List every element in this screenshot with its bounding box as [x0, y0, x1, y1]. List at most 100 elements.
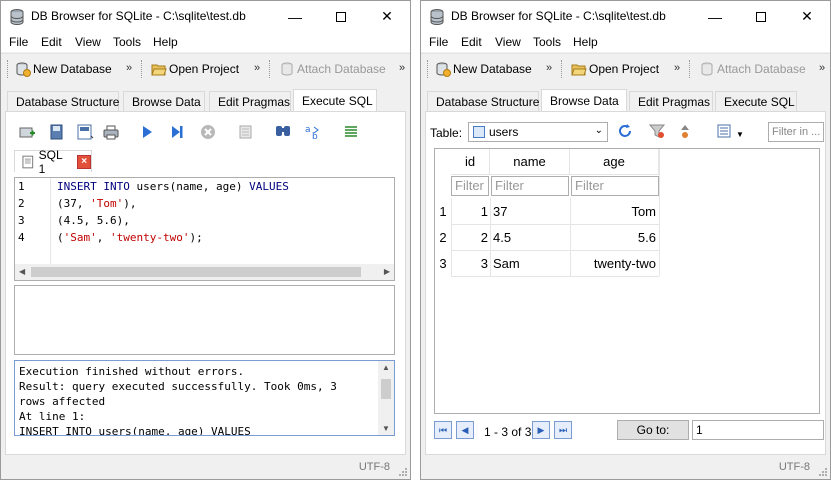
open-sql-file-icon[interactable]: [48, 123, 66, 141]
filter-name-input[interactable]: Filter: [491, 176, 569, 196]
tab-database-structure[interactable]: Database Structure: [427, 91, 539, 111]
menu-tools[interactable]: Tools: [113, 35, 141, 49]
cell-id[interactable]: 2: [451, 230, 488, 245]
toolbar-overflow-icon[interactable]: »: [546, 62, 552, 74]
cell-age[interactable]: Tom: [570, 204, 656, 219]
find-text-icon[interactable]: [274, 123, 292, 141]
open-project-button[interactable]: Open Project: [571, 58, 659, 80]
column-header-name[interactable]: name: [490, 149, 570, 175]
tab-edit-pragmas[interactable]: Edit Pragmas: [629, 91, 713, 111]
toolbar-overflow-icon[interactable]: »: [399, 62, 405, 74]
row-number[interactable]: 3: [435, 256, 451, 271]
column-header-id[interactable]: id: [451, 149, 490, 175]
filter-age-input[interactable]: Filter: [571, 176, 659, 196]
menu-help[interactable]: Help: [153, 35, 178, 49]
toolbar-overflow-icon[interactable]: »: [674, 62, 680, 74]
refresh-icon[interactable]: [616, 122, 634, 140]
first-page-icon[interactable]: ⏮: [434, 421, 452, 439]
go-to-input[interactable]: 1: [692, 420, 824, 440]
save-sql-file-icon[interactable]: [76, 123, 94, 141]
close-button[interactable]: ✕: [784, 1, 830, 32]
minimize-button[interactable]: —: [272, 1, 318, 32]
tab-execute-sql[interactable]: Execute SQL: [715, 91, 797, 111]
new-database-button[interactable]: New Database: [15, 58, 112, 80]
table-row[interactable]: 3 3 Sam twenty-two: [435, 250, 660, 276]
scroll-down-icon[interactable]: ▼: [382, 424, 390, 433]
cell-id[interactable]: 1: [451, 204, 488, 219]
menu-view[interactable]: View: [495, 35, 521, 49]
tab-database-structure[interactable]: Database Structure: [7, 91, 119, 111]
maximize-button[interactable]: [318, 1, 364, 32]
cell-name[interactable]: Sam: [493, 256, 520, 271]
scrollbar-thumb[interactable]: [31, 267, 361, 277]
toolbar-overflow-icon[interactable]: »: [819, 62, 825, 74]
attach-database-button[interactable]: Attach Database: [699, 58, 806, 80]
tab-execute-sql[interactable]: Execute SQL: [293, 89, 377, 111]
scroll-left-icon[interactable]: ◀: [19, 267, 25, 276]
menu-file[interactable]: File: [429, 35, 448, 49]
filter-in-all-columns-input[interactable]: Filter in ...: [768, 122, 824, 142]
cell-age[interactable]: twenty-two: [570, 256, 656, 271]
toolbar-grip[interactable]: [141, 60, 145, 78]
editor-horizontal-scrollbar[interactable]: ◀ ▶: [15, 264, 394, 280]
message-vertical-scrollbar[interactable]: ▲ ▼: [378, 361, 394, 435]
close-button[interactable]: ✕: [364, 1, 410, 32]
find-replace-icon[interactable]: ab: [304, 123, 322, 141]
column-header-age[interactable]: age: [570, 149, 659, 175]
cell-name[interactable]: 4.5: [493, 230, 511, 245]
attach-database-button[interactable]: Attach Database: [279, 58, 386, 80]
tab-browse-data[interactable]: Browse Data: [541, 89, 627, 111]
sql-tab[interactable]: SQL 1 ×: [14, 148, 92, 176]
table-select[interactable]: users ⌄: [468, 122, 608, 142]
sql-editor[interactable]: 1 2 3 4 INSERT INTO users(name, age) VAL…: [14, 177, 395, 281]
menu-edit[interactable]: Edit: [41, 35, 62, 49]
message-pane[interactable]: Execution finished without errors. Resul…: [14, 360, 395, 436]
comment-block-icon[interactable]: [342, 123, 360, 141]
sort-icon[interactable]: [676, 122, 694, 140]
menu-view[interactable]: View: [75, 35, 101, 49]
title-bar[interactable]: DB Browser for SQLite - C:\sqlite\test.d…: [1, 1, 410, 32]
filter-id-input[interactable]: Filter: [451, 176, 489, 196]
cell-id[interactable]: 3: [451, 256, 488, 271]
go-to-button[interactable]: Go to:: [617, 420, 689, 440]
save-table-icon[interactable]: [716, 122, 734, 140]
cell-name[interactable]: 37: [493, 204, 507, 219]
resize-grip-icon[interactable]: [398, 467, 408, 477]
row-number[interactable]: 2: [435, 230, 451, 245]
minimize-button[interactable]: —: [692, 1, 738, 32]
clear-filters-icon[interactable]: [648, 122, 666, 140]
row-number[interactable]: 1: [435, 204, 451, 219]
maximize-button[interactable]: [738, 1, 784, 32]
tab-browse-data[interactable]: Browse Data: [123, 91, 205, 111]
new-database-button[interactable]: New Database: [435, 58, 532, 80]
toolbar-grip[interactable]: [269, 60, 273, 78]
dropdown-arrow-icon[interactable]: ▼: [736, 130, 744, 139]
open-project-button[interactable]: Open Project: [151, 58, 239, 80]
resize-grip-icon[interactable]: [818, 467, 828, 477]
scroll-up-icon[interactable]: ▲: [382, 363, 390, 372]
close-tab-icon[interactable]: ×: [77, 154, 91, 169]
next-page-icon[interactable]: ▶: [532, 421, 550, 439]
tab-edit-pragmas[interactable]: Edit Pragmas: [209, 91, 291, 111]
menu-file[interactable]: File: [9, 35, 28, 49]
execute-current-line-icon[interactable]: [168, 123, 186, 141]
save-results-icon[interactable]: [238, 123, 256, 141]
stop-execution-icon[interactable]: [199, 123, 217, 141]
last-page-icon[interactable]: ⏭: [554, 421, 572, 439]
previous-page-icon[interactable]: ◀: [456, 421, 474, 439]
menu-help[interactable]: Help: [573, 35, 598, 49]
open-tab-icon[interactable]: [18, 123, 36, 141]
data-grid[interactable]: id name age Filter Filter Filter 1 1 37 …: [434, 148, 820, 414]
table-row[interactable]: 2 2 4.5 5.6: [435, 224, 660, 250]
print-icon[interactable]: [102, 123, 120, 141]
toolbar-grip[interactable]: [689, 60, 693, 78]
menu-edit[interactable]: Edit: [461, 35, 482, 49]
cell-age[interactable]: 5.6: [570, 230, 656, 245]
toolbar-overflow-icon[interactable]: »: [126, 62, 132, 74]
scrollbar-thumb[interactable]: [381, 379, 391, 399]
toolbar-overflow-icon[interactable]: »: [254, 62, 260, 74]
toolbar-grip[interactable]: [561, 60, 565, 78]
toolbar-grip[interactable]: [427, 60, 431, 78]
menu-tools[interactable]: Tools: [533, 35, 561, 49]
table-row[interactable]: 1 1 37 Tom: [435, 198, 660, 224]
